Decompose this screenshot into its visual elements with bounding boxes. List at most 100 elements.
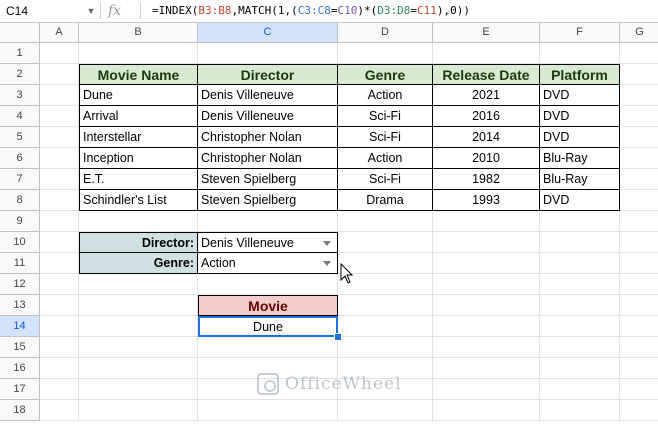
separator [100,3,101,19]
row-header-11[interactable]: 11 [0,253,40,274]
table-cell[interactable]: 2016 [433,106,540,127]
row-header-17[interactable]: 17 [0,379,40,400]
table-cell[interactable]: 1993 [433,190,540,211]
genre-label-text: Genre: [153,256,194,270]
genre-dropdown[interactable]: Action [198,253,338,274]
table-cell[interactable]: DVD [540,106,620,127]
result-header: Movie [198,295,338,316]
table-cell[interactable]: Christopher Nolan [198,148,338,169]
table-cell-text: 2014 [472,130,500,144]
row-header-9[interactable]: 9 [0,211,40,232]
table-header-cell[interactable]: Director [198,64,338,85]
row-header-2[interactable]: 2 [0,64,40,85]
table-cell[interactable]: Sci-Fi [338,127,433,148]
formula-token: C3:C8 [297,4,331,17]
table-cell[interactable]: Blu-Ray [540,148,620,169]
separator [140,3,141,19]
table-cell[interactable]: DVD [540,127,620,148]
table-cell[interactable]: 2021 [433,85,540,106]
dropdown-arrow-icon[interactable] [323,240,331,246]
row-header-10[interactable]: 10 [0,232,40,253]
table-cell[interactable]: 1982 [433,169,540,190]
dropdown-arrow-icon[interactable] [323,261,331,266]
table-cell[interactable]: Denis Villeneuve [198,106,338,127]
table-cell[interactable]: Drama [338,190,433,211]
genre-label: Genre: [79,253,198,274]
fill-handle[interactable] [334,333,342,341]
row-header-13[interactable]: 13 [0,295,40,316]
table-cell-text: Dune [83,88,113,102]
column-header-f[interactable]: F [540,23,620,43]
row-header-18[interactable]: 18 [0,400,40,421]
table-cell-text: 2016 [472,109,500,123]
column-header-g[interactable]: G [620,23,658,43]
table-cell-text: Denis Villeneuve [201,88,294,102]
table-cell[interactable]: 2014 [433,127,540,148]
table-cell[interactable]: Dune [79,85,198,106]
table-cell-text: Interstellar [83,130,142,144]
table-header-cell[interactable]: Platform [540,64,620,85]
row-header-7[interactable]: 7 [0,169,40,190]
table-header-cell-text: Director [240,66,295,83]
formula-token: D3:D8 [377,4,411,17]
table-cell[interactable]: DVD [540,85,620,106]
table-cell[interactable]: Steven Spielberg [198,190,338,211]
director-dropdown-text: Denis Villeneuve [201,235,294,250]
name-box-dropdown-icon[interactable]: ▼ [85,0,97,22]
column-header-d[interactable]: D [338,23,433,43]
column-header-c[interactable]: C [198,23,338,43]
row-header-16[interactable]: 16 [0,358,40,379]
row-header-4[interactable]: 4 [0,106,40,127]
table-cell-text: Steven Spielberg [201,193,297,207]
table-cell-text: Denis Villeneuve [201,109,294,123]
table-cell[interactable]: Schindler's List [79,190,198,211]
row-header-5[interactable]: 5 [0,127,40,148]
table-cell[interactable]: Christopher Nolan [198,127,338,148]
table-header-cell-text: Release Date [442,66,530,83]
row-header-15[interactable]: 15 [0,337,40,358]
row-header-3[interactable]: 3 [0,85,40,106]
table-header-cell[interactable]: Genre [338,64,433,85]
watermark-text: OfficeWheel [285,374,402,394]
formula-bar: C14 ▼ fx =INDEX(B3:B8,MATCH(1,(C3:C8=C10… [0,0,658,23]
table-cell-text: 1993 [472,193,500,207]
table-cell[interactable]: Blu-Ray [540,169,620,190]
table-cell-text: Arrival [83,109,119,123]
table-cell-text: Inception [83,151,134,165]
mouse-cursor-icon [340,263,354,284]
table-cell-text: Drama [366,193,404,207]
director-dropdown[interactable]: Denis Villeneuve [198,232,338,253]
gridline [40,420,658,421]
row-header-1[interactable]: 1 [0,43,40,64]
row-header-8[interactable]: 8 [0,190,40,211]
table-cell[interactable]: Steven Spielberg [198,169,338,190]
table-cell[interactable]: Interstellar [79,127,198,148]
table-cell[interactable]: Action [338,85,433,106]
table-cell-text: Blu-Ray [543,151,588,165]
table-header-cell[interactable]: Movie Name [79,64,198,85]
column-header-b[interactable]: B [79,23,198,43]
table-cell[interactable]: Sci-Fi [338,169,433,190]
table-header-cell-text: Platform [551,66,608,83]
table-header-cell[interactable]: Release Date [433,64,540,85]
table-cell[interactable]: Arrival [79,106,198,127]
table-cell-text: Christopher Nolan [201,151,302,165]
table-cell-text: DVD [543,88,570,102]
result-cell-active[interactable]: Dune [198,316,338,337]
table-cell[interactable]: Denis Villeneuve [198,85,338,106]
row-header-12[interactable]: 12 [0,274,40,295]
table-cell[interactable]: 2010 [433,148,540,169]
column-header-a[interactable]: A [40,23,79,43]
table-cell[interactable]: Inception [79,148,198,169]
select-all-corner[interactable] [0,23,40,43]
table-cell[interactable]: Action [338,148,433,169]
row-header-6[interactable]: 6 [0,148,40,169]
table-cell[interactable]: Sci-Fi [338,106,433,127]
table-cell[interactable]: DVD [540,190,620,211]
row-header-14[interactable]: 14 [0,316,40,337]
table-cell[interactable]: E.T. [79,169,198,190]
director-label-text: Director: [141,235,194,250]
column-header-e[interactable]: E [433,23,540,43]
formula-input[interactable]: =INDEX(B3:B8,MATCH(1,(C3:C8=C10)*(D3:D8=… [152,0,470,22]
table-cell-text: 2010 [472,151,500,165]
